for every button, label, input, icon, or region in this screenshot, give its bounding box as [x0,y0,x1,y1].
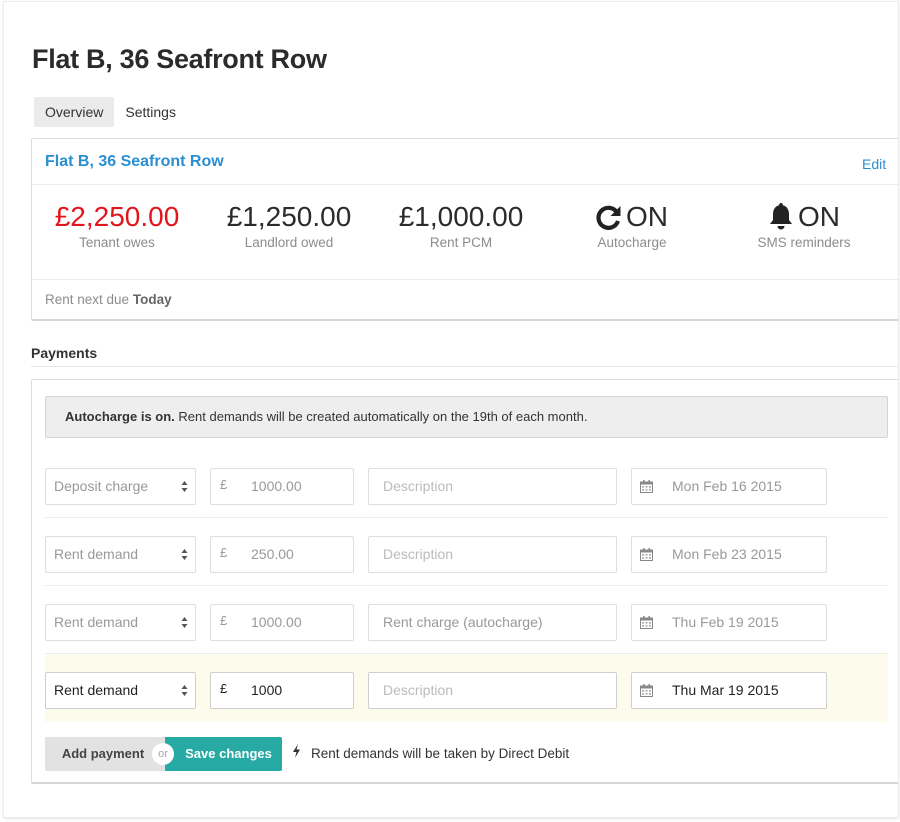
description-input[interactable]: Description [368,672,617,709]
stat-label: Tenant owes [79,235,155,250]
or-separator: or [152,743,174,765]
alert-bold: Autocharge is on. [65,409,175,424]
page-frame: Flat B, 36 Seafront Row Overview Setting… [4,2,898,817]
description-input[interactable]: Rent charge (autocharge) [368,604,617,641]
date-input[interactable]: Thu Mar 19 2015 [631,672,827,709]
stat-label: Landlord owed [244,235,334,250]
currency-symbol: £ [220,545,228,560]
payment-row: Deposit charge £1000.00 Description Mon Feb… [45,450,888,518]
edit-link[interactable]: Edit [862,156,886,172]
stat-value-row: ON [719,201,889,233]
amount-value: 1000.00 [251,478,302,494]
rent-due-value: Today [132,292,172,307]
autocharge-alert: Autocharge is on. Rent demands will be c… [45,396,888,438]
stat-value: £1,250.00 [226,201,352,232]
payment-type-select[interactable]: Deposit charge [45,468,196,505]
summary-footer: Rent next due Today [32,279,898,320]
autocharge-status: ON [626,201,668,232]
select-caret-icon [181,617,188,628]
description-input[interactable]: Description [368,468,617,505]
date-value: Mon Feb 16 2015 [672,478,782,494]
tab-overview[interactable]: Overview [34,97,115,127]
payment-type-select[interactable]: Rent demand [45,604,196,641]
description-value: Description [383,546,454,562]
payment-type-select[interactable]: Rent demand [45,672,196,709]
stat-value-row: ON [547,201,717,233]
stat-value: £1,000.00 [398,201,524,232]
amount-input[interactable]: £250.00 [210,536,354,573]
payment-row: Rent demand £1000.00 Rent charge (autochar… [45,586,888,654]
page-title: Flat B, 36 Seafront Row [32,44,327,74]
stat-value: £2,250.00 [54,201,180,232]
amount-value: 1000 [251,682,283,698]
property-summary-card: Flat B, 36 Seafront Row Edit £2,250.00 T… [31,138,898,321]
payments-panel: Autocharge is on. Rent demands will be c… [31,379,898,784]
date-value: Mon Feb 23 2015 [672,546,782,562]
select-caret-icon [181,481,188,492]
description-value: Description [383,682,454,698]
direct-debit-note: Rent demands will be taken by Direct Deb… [292,737,569,771]
date-input[interactable]: Mon Feb 16 2015 [631,468,827,505]
alert-text: Rent demands will be created automatical… [174,409,588,424]
lightning-icon [292,737,301,771]
calendar-icon [640,480,653,493]
direct-debit-text: Rent demands will be taken by Direct Deb… [311,746,570,761]
calendar-icon [640,616,653,629]
stat-label: SMS reminders [757,235,851,250]
currency-symbol: £ [220,613,228,628]
date-input[interactable]: Mon Feb 23 2015 [631,536,827,573]
payment-type-value: Deposit charge [54,478,149,494]
divider [31,366,898,367]
amount-input[interactable]: £1000.00 [210,468,354,505]
currency-symbol: £ [220,681,228,696]
rent-due: Rent next due Today [45,292,172,307]
stat-sms-reminders: ON SMS reminders [719,201,889,250]
refresh-icon [596,204,622,230]
select-caret-icon [181,549,188,560]
property-title-link[interactable]: Flat B, 36 Seafront Row [45,153,224,171]
select-caret-icon [181,685,188,696]
calendar-icon [640,684,653,697]
date-value: Thu Feb 19 2015 [672,614,779,630]
summary-stats: £2,250.00 Tenant owes £1,250.00 Landlord… [32,201,898,261]
rent-due-label: Rent next due [45,292,130,307]
stat-label: Rent PCM [429,235,493,250]
payment-type-value: Rent demand [54,546,139,562]
payment-type-value: Rent demand [54,614,139,630]
stat-tenant-owes: £2,250.00 Tenant owes [32,201,202,250]
payment-type-select[interactable]: Rent demand [45,536,196,573]
date-input[interactable]: Thu Feb 19 2015 [631,604,827,641]
payments-heading: Payments [31,345,98,361]
payment-row: Rent demand £250.00 Description Mon Feb 23 … [45,518,888,586]
amount-value: 250.00 [251,546,294,562]
description-value: Description [383,478,454,494]
tab-bar: Overview Settings [34,97,187,127]
amount-input[interactable]: £1000.00 [210,604,354,641]
summary-header: Flat B, 36 Seafront Row Edit [32,139,898,185]
date-value: Thu Mar 19 2015 [672,682,779,698]
tab-settings[interactable]: Settings [114,97,187,127]
stat-rent-pcm: £1,000.00 Rent PCM [376,201,546,250]
amount-input[interactable]: £1000 [210,672,354,709]
payment-type-value: Rent demand [54,682,139,698]
stat-autocharge: ON Autocharge [547,201,717,250]
description-value: Rent charge (autocharge) [383,614,543,630]
currency-symbol: £ [220,477,228,492]
add-payment-button[interactable]: Add payment [45,737,169,771]
save-changes-button[interactable]: Save changes [165,737,282,771]
stat-label: Autocharge [597,235,667,250]
sms-status: ON [798,201,840,232]
calendar-icon [640,548,653,561]
payment-row: Rent demand £1000 Description Thu Mar 19 20… [45,654,888,722]
stat-landlord-owed: £1,250.00 Landlord owed [204,201,374,250]
amount-value: 1000.00 [251,614,302,630]
bell-icon [768,203,794,231]
description-input[interactable]: Description [368,536,617,573]
